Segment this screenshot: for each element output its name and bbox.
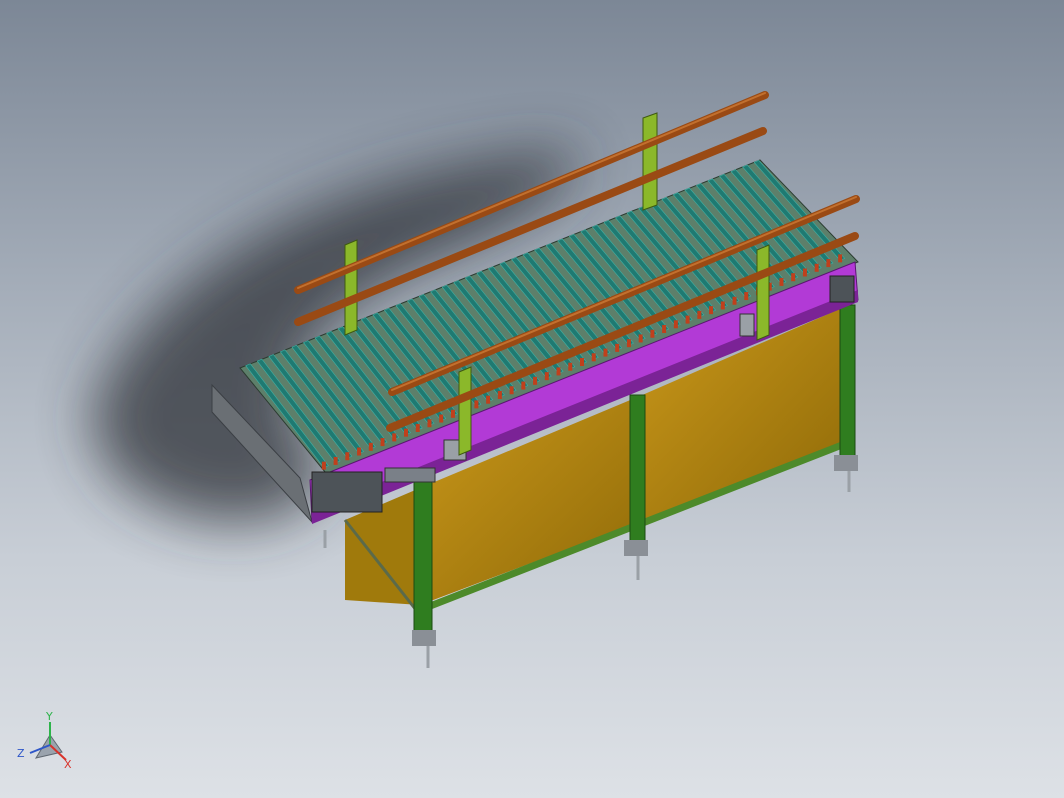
roller-sprocket — [380, 438, 385, 447]
roller-sprocket — [744, 292, 749, 301]
roller-sprocket — [673, 320, 678, 329]
roller-sprocket — [474, 400, 479, 409]
leg-front-right — [839, 304, 856, 461]
roller-sprocket — [814, 263, 819, 272]
rail-bracket-clamp-right — [739, 313, 755, 337]
motor-shaft — [384, 467, 436, 483]
post-back-right — [642, 112, 658, 211]
foot-middle — [624, 540, 648, 556]
model-view[interactable]: Y X Z — [0, 0, 1064, 798]
roller-sprocket — [779, 277, 784, 286]
post-front-right — [756, 244, 770, 341]
z-axis-label: Z — [17, 747, 25, 760]
roller-sprocket — [603, 348, 608, 357]
leg-front-left — [413, 479, 433, 641]
roller-sprocket — [427, 419, 432, 428]
y-axis-label: Y — [45, 710, 53, 723]
roller-sprocket — [521, 381, 526, 390]
roller-sprocket — [662, 325, 667, 334]
roller-sprocket — [439, 414, 444, 423]
roller-sprocket — [556, 367, 561, 376]
roller-sprocket — [321, 461, 326, 470]
roller-sprocket — [626, 339, 631, 348]
roller-sprocket — [392, 433, 397, 442]
roller-sprocket — [345, 452, 350, 461]
roller-sprocket — [826, 259, 831, 268]
roller-sprocket — [838, 254, 843, 263]
roller-sprocket — [368, 442, 373, 451]
roller-sprocket — [580, 358, 584, 366]
roller-sprocket — [486, 395, 491, 404]
roller-sprocket — [650, 329, 655, 338]
roller-sprocket — [568, 362, 573, 371]
post-back-left — [344, 239, 358, 336]
x-axis-label: X — [64, 758, 72, 771]
foot-left — [412, 630, 436, 646]
roller-sprocket — [450, 409, 455, 418]
roller-sprocket — [533, 376, 538, 385]
roller-sprocket — [720, 301, 725, 310]
roller-sprocket — [509, 386, 514, 395]
coordinate-triad[interactable]: Y X Z — [17, 710, 72, 771]
roller-sprocket — [415, 423, 420, 432]
roller-sprocket — [685, 315, 690, 324]
cad-viewport[interactable]: Y X Z — [0, 0, 1064, 798]
roller-sprocket — [591, 353, 596, 362]
post-front-left — [458, 366, 472, 456]
roller-sprocket — [638, 334, 643, 343]
roller-sprocket — [732, 296, 737, 305]
roller-sprocket — [697, 310, 702, 319]
roller-sprocket — [802, 268, 807, 277]
roller-sprocket — [404, 428, 408, 437]
roller-sprocket — [615, 343, 620, 352]
end-bearing-housing — [829, 275, 855, 303]
roller-sprocket — [357, 447, 362, 456]
roller-sprocket — [497, 390, 502, 399]
roller-sprocket — [791, 273, 796, 282]
drive-motor-housing — [311, 471, 383, 513]
foot-right — [834, 455, 858, 471]
roller-sprocket — [544, 372, 549, 381]
leg-front-middle — [629, 394, 646, 546]
roller-sprocket — [709, 306, 714, 315]
roller-sprocket — [333, 456, 338, 465]
